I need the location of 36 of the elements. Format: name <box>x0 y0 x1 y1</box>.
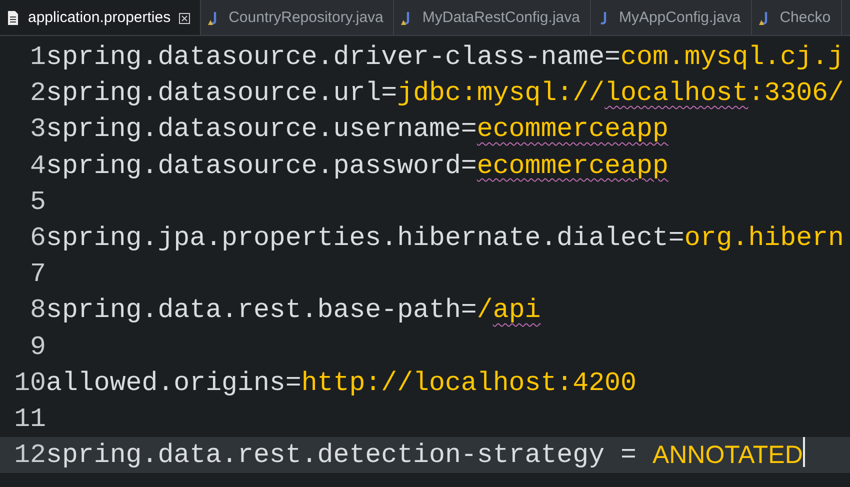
editor-tab[interactable]: CountryRepository.java <box>200 0 394 35</box>
property-key: spring.data.rest.detection-strategy = <box>46 437 652 474</box>
text-cursor <box>802 437 805 468</box>
property-value: jdbc:mysql://localhost:3306/ <box>397 77 844 110</box>
line-number: 12 <box>13 439 46 472</box>
property-value: ecommerceapp <box>476 113 668 146</box>
line-number: 5 <box>29 186 46 219</box>
close-icon[interactable] <box>178 12 190 24</box>
editor-tab[interactable]: Checko <box>752 0 842 35</box>
property-key: spring.datasource.password= <box>46 148 477 184</box>
line-number: 1 <box>29 41 46 74</box>
property-value: http://localhost:4200 <box>301 366 636 400</box>
line-number: 9 <box>29 330 46 364</box>
property-value: /api <box>476 294 541 328</box>
line-number: 8 <box>29 294 46 328</box>
line-number: 4 <box>29 150 46 183</box>
property-value: ANNOTATED <box>652 440 803 472</box>
property-value: ecommerceapp <box>476 150 668 183</box>
property-key: spring.jpa.properties.hibernate.dialect= <box>46 220 684 256</box>
line-number: 7 <box>29 258 46 292</box>
property-key: spring.datasource.url= <box>46 75 398 112</box>
line-number: 10 <box>13 366 46 400</box>
editor-tab[interactable]: MyAppConfig.java <box>590 0 752 35</box>
editor-tab[interactable]: MyDataRestConfig.java <box>394 0 591 35</box>
property-key: spring.data.rest.base-path= <box>46 292 477 328</box>
property-value: org.hibern <box>684 222 844 255</box>
document-icon <box>6 10 20 26</box>
property-value: com.mysql.cj.j <box>620 41 844 74</box>
line-number: 6 <box>29 222 46 255</box>
line-number: 11 <box>13 402 46 436</box>
editor-tab[interactable]: application.properties <box>0 0 201 35</box>
property-key: spring.datasource.driver-class-name= <box>46 39 621 76</box>
line-number: 3 <box>29 113 46 146</box>
property-key: allowed.origins= <box>46 364 302 401</box>
line-number: 2 <box>29 77 46 110</box>
property-key: spring.datasource.username= <box>46 111 477 148</box>
